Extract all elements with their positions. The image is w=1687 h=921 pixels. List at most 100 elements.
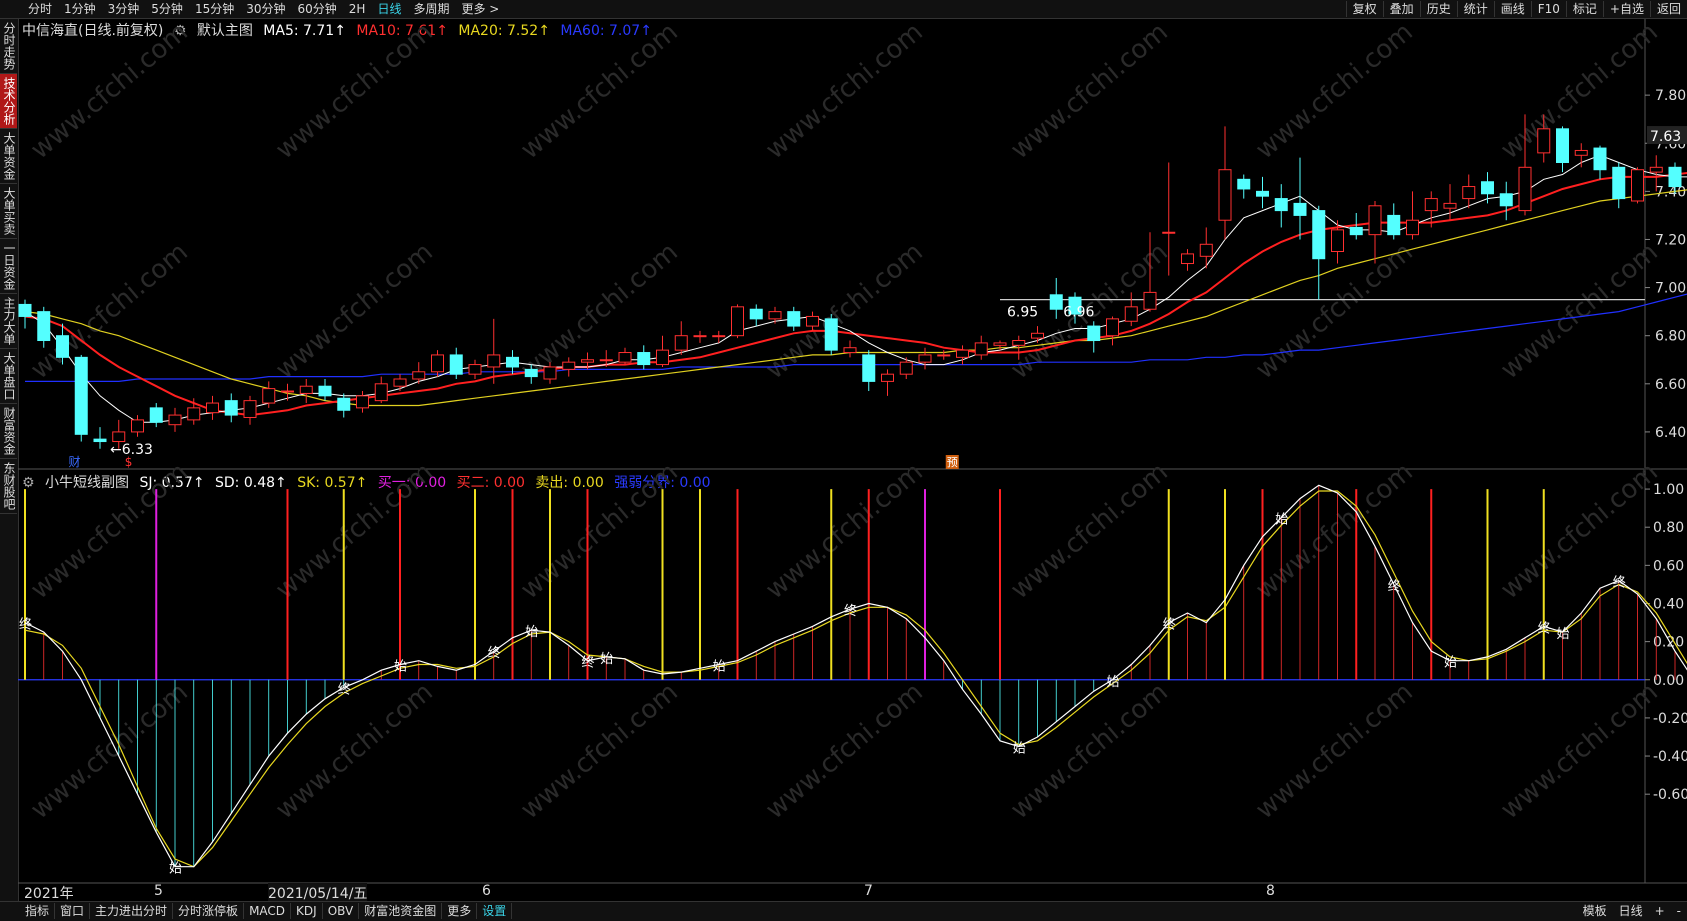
period-tab-6[interactable]: 60分钟 <box>292 1 343 17</box>
watermark: www.cfchi.com <box>1250 677 1419 825</box>
bottom-button-0[interactable]: 模板 <box>1577 903 1613 919</box>
candle-body <box>93 438 107 443</box>
buy2-value: 买二: 0.00 <box>456 475 525 491</box>
candle-body <box>1012 340 1026 346</box>
candle-body <box>1481 181 1494 195</box>
watermark: www.cfchi.com <box>1250 457 1419 605</box>
ma60-value: MA60: 7.07↑ <box>560 23 652 39</box>
period-tab-5[interactable]: 30分钟 <box>240 1 291 17</box>
period-tab-9[interactable]: 多周期 <box>407 1 455 17</box>
watermark: www.cfchi.com <box>1495 237 1664 385</box>
candle-body <box>637 352 651 366</box>
period-tab-7[interactable]: 2H <box>343 1 372 17</box>
toolbar-button-0[interactable]: 复权 <box>1345 1 1383 17</box>
sub-legend: ⚙ 小牛短线副图 SJ: 0.57↑ SD: 0.48↑ SK: 0.57↑ 买… <box>22 472 717 492</box>
end-mark: 终 <box>338 681 351 697</box>
main-chart-name[interactable]: 默认主图 <box>197 23 253 39</box>
support-label-2: 6.96 <box>1063 305 1094 321</box>
period-tab-10[interactable]: 更多 > <box>455 1 505 17</box>
period-tab-8[interactable]: 日线 <box>371 1 407 17</box>
period-tab-3[interactable]: 5分钟 <box>145 1 189 17</box>
sub-settings-icon[interactable]: ⚙ <box>22 475 35 491</box>
candle-body <box>1087 325 1101 342</box>
indicator-tab-6[interactable]: OBV <box>323 903 360 919</box>
end-mark: 终 <box>1613 575 1626 591</box>
sub-chart-name[interactable]: 小牛短线副图 <box>45 475 129 491</box>
indicator-tab-3[interactable]: 分时涨停板 <box>173 903 245 919</box>
toolbar-button-4[interactable]: 画线 <box>1493 1 1531 17</box>
candle-body <box>1593 147 1607 171</box>
bottom-button-1[interactable]: 日线 <box>1613 903 1649 919</box>
kline-chart[interactable]: 7.80 7.60 7.40 7.20 7.00 6.80 6.60 6.40 1.00 0.80… <box>0 0 1687 920</box>
sidebar-item-7[interactable]: 财富资金 <box>0 404 17 459</box>
end-mark: 终 <box>1163 617 1176 633</box>
sidebar-item-2[interactable]: 大单资金 <box>0 129 17 184</box>
period-tab-1[interactable]: 1分钟 <box>58 1 102 17</box>
candle-body <box>1237 178 1251 190</box>
y-tick-label: 0.00 <box>1653 673 1684 689</box>
toolbar-button-8[interactable]: 返回 <box>1649 1 1687 17</box>
toolbar-button-5[interactable]: F10 <box>1530 1 1566 17</box>
toolbar-button-1[interactable]: 叠加 <box>1382 1 1420 17</box>
ma5-line <box>24 154 1687 423</box>
ma20-value: MA20: 7.52↑ <box>458 23 550 39</box>
y-tick-label: 0.20 <box>1653 635 1684 651</box>
left-sidebar: 分时走势 技术分析 大单资金 大单买卖 一日资金 主力大单 大单盘口 财富资金 东财股吧 <box>0 19 19 919</box>
stock-name[interactable]: 中信海直(日线.前复权) <box>22 23 163 39</box>
indicator-tab-9[interactable]: 设置 <box>477 903 513 919</box>
sk-line <box>24 490 1687 868</box>
indicator-tab-4[interactable]: MACD <box>244 903 292 919</box>
indicator-tab-7[interactable]: 财富池资金图 <box>359 903 443 919</box>
candle-body <box>581 359 594 363</box>
watermark: www.cfchi.com <box>270 677 439 825</box>
candle-body <box>56 335 69 358</box>
sidebar-item-1[interactable]: 技术分析 <box>0 74 17 129</box>
chart-settings-icon[interactable]: ⚙ <box>174 23 187 39</box>
watermark: www.cfchi.com <box>1005 17 1174 165</box>
indicator-tab-0[interactable]: 指标 <box>20 903 56 919</box>
candle-body <box>1199 243 1213 257</box>
toolbar-button-7[interactable]: +自选 <box>1602 1 1650 17</box>
y-tick-label: 7.00 <box>1655 281 1686 297</box>
time-label: 7 <box>864 883 873 899</box>
sell-value: 卖出: 0.00 <box>535 475 604 491</box>
forecast-marker-box <box>945 455 959 469</box>
sk-value: SK: 0.57↑ <box>297 475 368 491</box>
toolbar-button-2[interactable]: 历史 <box>1419 1 1457 17</box>
candle-body <box>806 315 819 327</box>
period-tab-2[interactable]: 3分钟 <box>102 1 146 17</box>
toolbar-button-3[interactable]: 统计 <box>1456 1 1494 17</box>
low-price-label: ←6.33 <box>110 442 153 458</box>
toolbar-button-6[interactable]: 标记 <box>1565 1 1603 17</box>
period-tab-0[interactable]: 分时 <box>22 1 58 17</box>
sidebar-item-5[interactable]: 主力大单 <box>0 294 17 349</box>
indicator-tab-5[interactable]: KDJ <box>291 903 323 919</box>
candle-body <box>618 352 632 363</box>
period-tab-4[interactable]: 15分钟 <box>189 1 240 17</box>
candle-body <box>224 400 238 416</box>
sidebar-item-4[interactable]: 一日资金 <box>0 239 17 294</box>
y-tick-label: 7.60 <box>1655 136 1686 152</box>
end-mark: 终 <box>582 655 595 671</box>
sidebar-item-0[interactable]: 分时走势 <box>0 19 17 74</box>
sidebar-item-3[interactable]: 大单买卖 <box>0 184 17 239</box>
watermark: www.cfchi.com <box>1250 17 1419 165</box>
sidebar-item-8[interactable]: 东财股吧 <box>0 459 17 514</box>
bottom-button-3[interactable]: - <box>1671 903 1687 919</box>
bottom-button-2[interactable]: + <box>1649 903 1671 919</box>
divide-value: 强弱分界: 0.00 <box>614 475 711 491</box>
period-toolbar: 分时 1分钟 3分钟 5分钟 15分钟 30分钟 60分钟 2H 日线 多周期 更多 > 复权 叠加历… <box>0 0 1687 19</box>
bottom-right-buttons: 模板 日线 + - <box>1577 903 1687 919</box>
indicator-tab-8[interactable]: 更多 <box>442 903 478 919</box>
candle-body <box>1274 198 1288 212</box>
candle-body <box>412 371 426 380</box>
indicator-tab-1[interactable]: 窗口 <box>55 903 91 919</box>
end-mark: 终 <box>844 603 857 619</box>
candle-body <box>731 306 744 337</box>
candle-body <box>881 373 894 382</box>
candle-body <box>449 354 463 375</box>
indicator-tab-2[interactable]: 主力进出分时 <box>90 903 174 919</box>
candle-body <box>112 431 126 443</box>
ma10-line <box>24 171 1687 417</box>
sidebar-item-6[interactable]: 大单盘口 <box>0 349 17 404</box>
